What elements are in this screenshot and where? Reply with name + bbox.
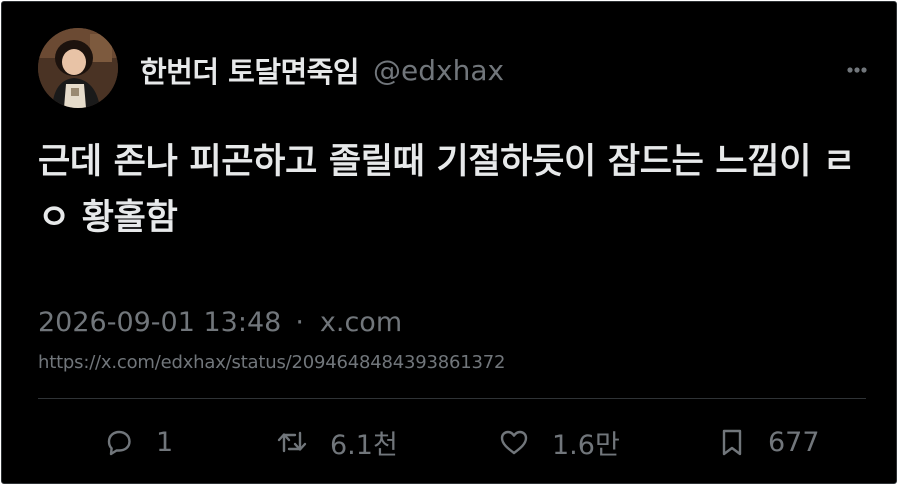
bookmark-button[interactable]: 677 [718,422,820,462]
avatar[interactable] [38,28,118,108]
more-horizontal-icon [847,67,867,73]
repost-button[interactable]: 6.1천 [276,422,398,462]
avatar-image [38,28,118,108]
tweet-meta: 2026-09-01 13:48 · x.com [38,304,402,340]
tweet-text: 근데 존나 피곤하고 졸릴때 기절하듯이 잠드는 느낌이 ㄹㅇ 황홀함 [38,142,855,238]
tweet-timestamp[interactable]: 2026-09-01 13:48 [38,307,281,338]
bookmark-icon [718,427,746,457]
reply-count: 1 [156,426,174,458]
reply-button[interactable]: 1 [104,422,173,462]
more-options-button[interactable] [844,60,870,80]
meta-separator: · [295,306,304,338]
tweet-url[interactable]: https://x.com/edxhax/status/209464848439… [38,350,505,376]
author-display-name[interactable]: 한번더 토달면죽임 [140,49,360,91]
author-row: 한번더 토달면죽임 @edxhax [140,50,504,90]
author-handle[interactable]: @edxhax [373,54,504,87]
repost-count: 6.1천 [330,429,398,461]
like-button[interactable]: 1.6만 [498,422,620,462]
reply-icon [104,427,134,457]
heart-icon [498,427,530,457]
repost-icon [276,427,308,457]
bookmark-count: 677 [768,426,820,458]
tweet-source: x.com [319,306,403,338]
like-count: 1.6만 [552,429,620,461]
divider [38,398,866,399]
tweet-card: 한번더 토달면죽임 @edxhax 근데 존나 피곤하고 졸릴때 기절하듯이 잠… [1,1,897,484]
